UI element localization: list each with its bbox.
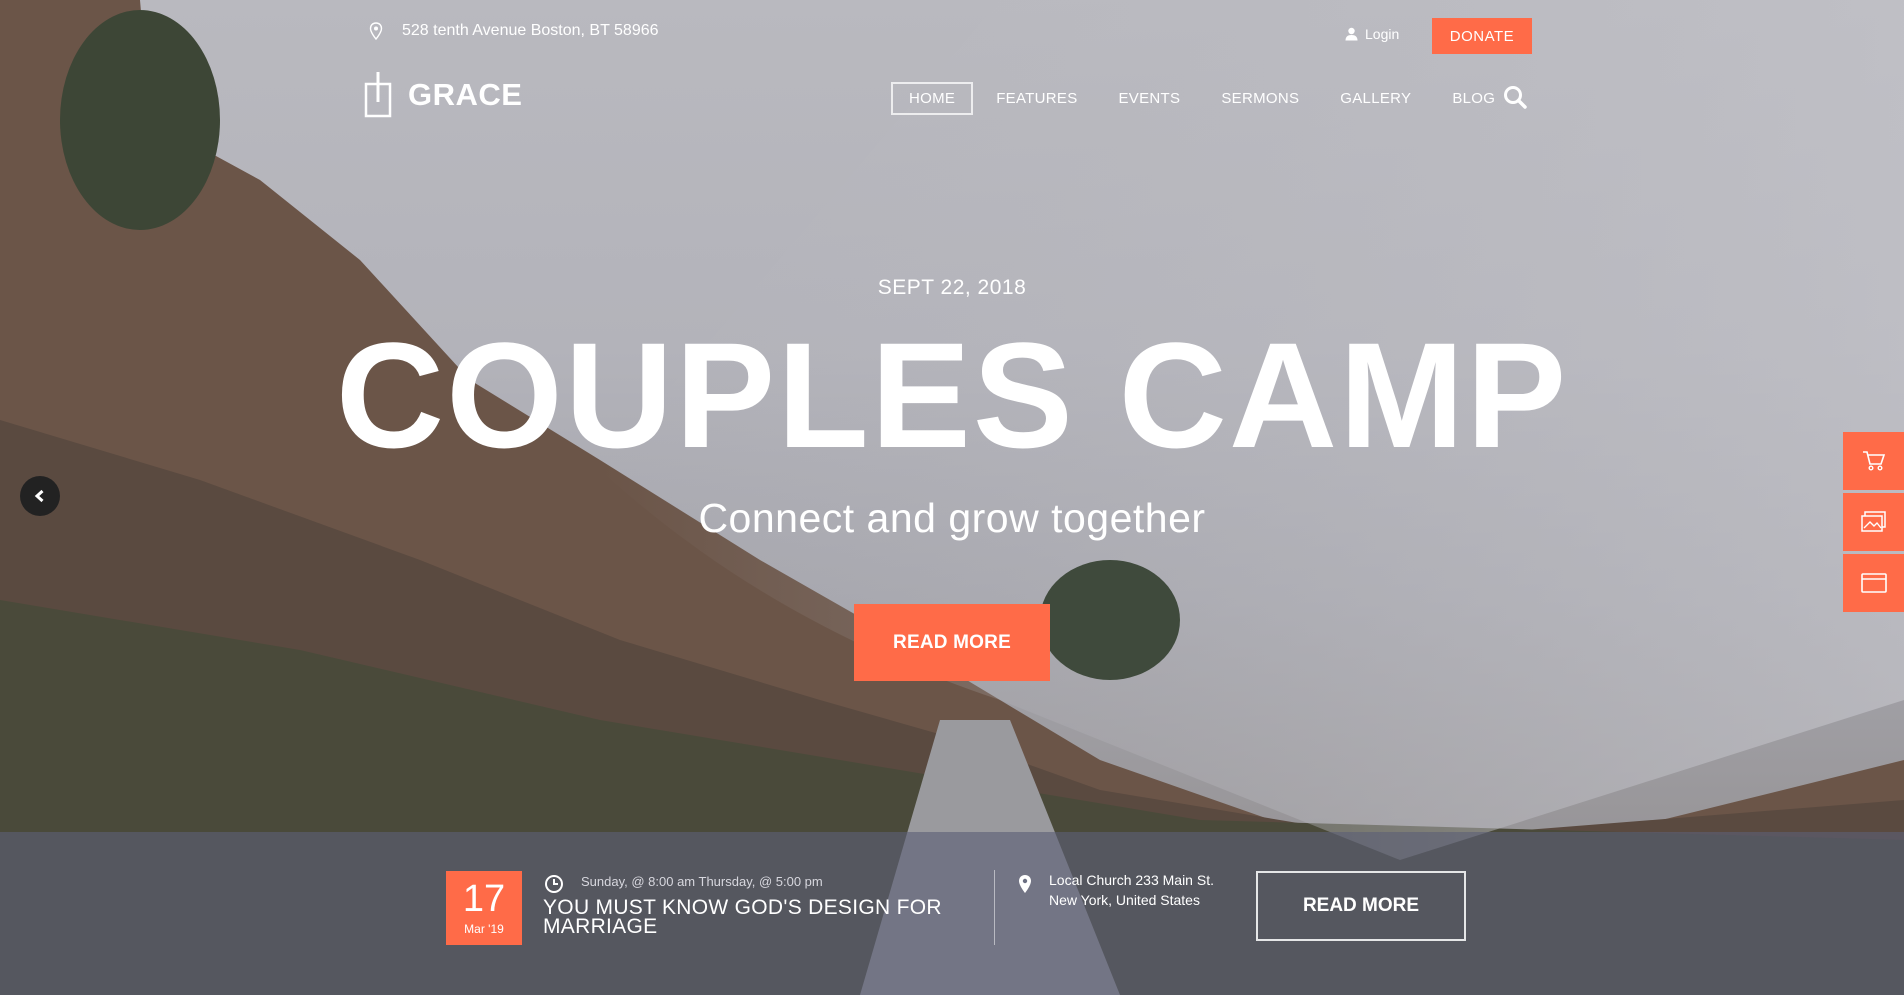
logo-text: GRACE xyxy=(408,77,523,112)
nav-item-sermons[interactable]: SERMONS xyxy=(1203,82,1317,115)
event-time: Sunday, @ 8:00 am Thursday, @ 5:00 pm xyxy=(581,874,823,889)
side-gallery-button[interactable] xyxy=(1843,493,1904,551)
user-icon xyxy=(1345,27,1358,41)
slide-read-more-button[interactable]: READ MORE xyxy=(854,604,1050,681)
login-label: Login xyxy=(1365,26,1400,42)
site-logo[interactable]: GRACE xyxy=(364,72,522,118)
main-nav: HOME FEATURES EVENTS SERMONS GALLERY BLO… xyxy=(891,82,1518,115)
nav-item-events[interactable]: EVENTS xyxy=(1101,82,1199,115)
card-icon xyxy=(1860,573,1887,593)
event-location-line2: New York, United States xyxy=(1049,892,1200,908)
chevron-left-icon xyxy=(34,489,44,503)
contact-address: 528 tenth Avenue Boston, BT 58966 xyxy=(368,22,659,40)
side-toolbar xyxy=(1843,432,1904,615)
address-text: 528 tenth Avenue Boston, BT 58966 xyxy=(402,22,659,39)
location-pin-icon xyxy=(1019,875,1031,893)
nav-item-features[interactable]: FEATURES xyxy=(978,82,1095,115)
side-cart-button[interactable] xyxy=(1843,432,1904,490)
login-link[interactable]: Login xyxy=(1345,26,1399,42)
nav-item-gallery[interactable]: GALLERY xyxy=(1322,82,1429,115)
event-month: Mar '19 xyxy=(464,922,504,936)
side-card-button[interactable] xyxy=(1843,554,1904,612)
church-logo-icon xyxy=(364,72,392,118)
event-title[interactable]: YOU MUST KNOW GOD'S DESIGN FOR MARRIAGE xyxy=(543,897,983,937)
event-date-badge: 17 Mar '19 xyxy=(446,871,522,945)
map-pin-icon xyxy=(369,22,383,40)
gallery-icon xyxy=(1860,511,1886,532)
event-read-more-button[interactable]: READ MORE xyxy=(1256,871,1466,941)
slider-prev-button[interactable] xyxy=(20,476,60,516)
hero-slider: 528 tenth Avenue Boston, BT 58966 Login … xyxy=(0,0,1904,995)
nav-item-home[interactable]: HOME xyxy=(891,82,974,115)
slide-date: SEPT 22, 2018 xyxy=(877,276,1027,299)
event-day: 17 xyxy=(462,878,506,920)
clock-icon xyxy=(545,875,563,893)
slide-subtitle: Connect and grow together xyxy=(698,495,1206,541)
slide-title: COUPLES CAMP xyxy=(335,311,1569,479)
search-icon[interactable] xyxy=(1502,84,1528,110)
event-location-line1: Local Church 233 Main St. xyxy=(1049,872,1214,888)
cart-icon xyxy=(1862,451,1885,471)
donate-button[interactable]: DONATE xyxy=(1432,18,1532,54)
event-divider xyxy=(994,870,995,945)
